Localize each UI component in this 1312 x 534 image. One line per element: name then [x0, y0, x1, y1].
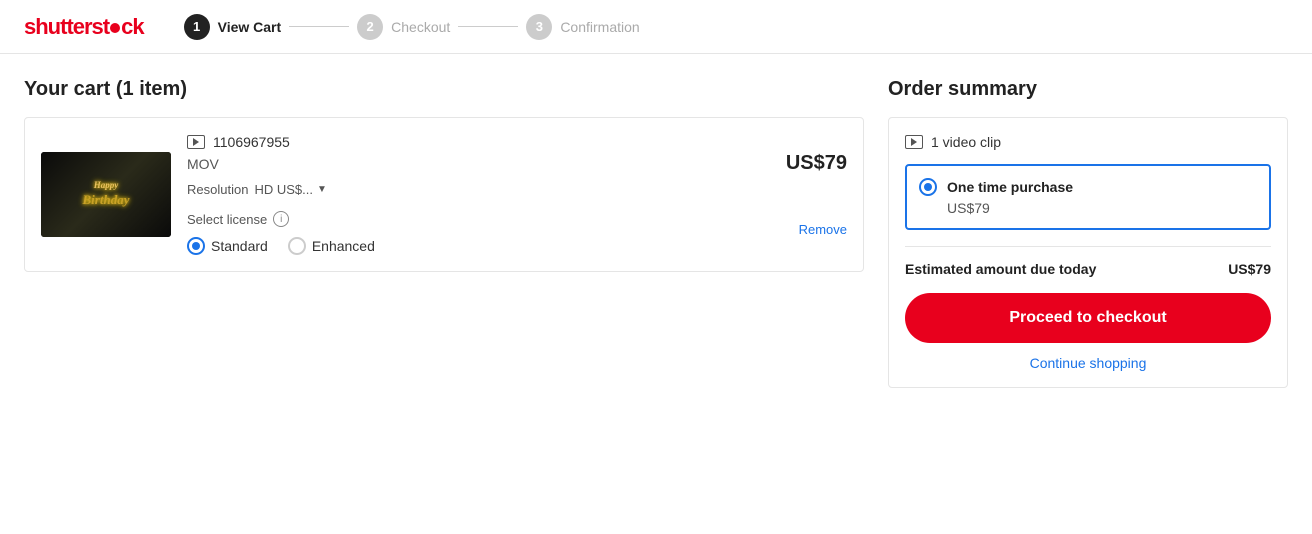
- item-price-area: US$79 Remove: [786, 152, 847, 237]
- license-enhanced-option[interactable]: Enhanced: [288, 237, 375, 255]
- continue-shopping-link[interactable]: Continue shopping: [905, 355, 1271, 371]
- step-2-circle: 2: [357, 14, 383, 40]
- estimated-amount-value: US$79: [1228, 261, 1271, 277]
- one-time-purchase-radio[interactable]: [919, 178, 937, 196]
- step-checkout: 2 Checkout: [357, 14, 450, 40]
- remove-button[interactable]: Remove: [799, 222, 847, 237]
- step-connector-2: [458, 26, 518, 27]
- info-icon[interactable]: i: [273, 211, 289, 227]
- enhanced-radio[interactable]: [288, 237, 306, 255]
- purchase-option-price: US$79: [947, 200, 1257, 216]
- dropdown-arrow-icon: ▼: [317, 184, 327, 195]
- order-summary-title: Order summary: [888, 78, 1288, 101]
- video-icon: [187, 135, 205, 149]
- video-clip-row: 1 video clip: [905, 134, 1271, 150]
- shutterstock-logo[interactable]: shutterstck: [24, 14, 144, 40]
- step-confirmation: 3 Confirmation: [526, 14, 639, 40]
- step-2-label: Checkout: [391, 19, 450, 35]
- order-summary-card: 1 video clip One time purchase US$79 Est…: [888, 117, 1288, 388]
- resolution-row: Resolution HD US$... ▼: [187, 182, 770, 197]
- thumbnail-inner: Happy Birthday: [41, 152, 171, 237]
- purchase-option-header: One time purchase: [919, 178, 1257, 196]
- standard-radio[interactable]: [187, 237, 205, 255]
- standard-label: Standard: [211, 238, 268, 254]
- license-standard-option[interactable]: Standard: [187, 237, 268, 255]
- license-options: Standard Enhanced: [187, 237, 770, 255]
- header: shutterstck 1 View Cart 2 Checkout 3 Con…: [0, 0, 1312, 54]
- step-3-label: Confirmation: [560, 19, 639, 35]
- step-1-label: View Cart: [218, 19, 282, 35]
- thumbnail-text: Happy Birthday: [83, 180, 130, 209]
- cart-item-card: Happy Birthday 1106967955 MOV Resolution…: [24, 117, 864, 272]
- step-1-circle: 1: [184, 14, 210, 40]
- estimated-amount-row: Estimated amount due today US$79: [905, 261, 1271, 277]
- item-format: MOV: [187, 156, 770, 172]
- breadcrumb-steps: 1 View Cart 2 Checkout 3 Confirmation: [184, 14, 640, 40]
- checkout-button[interactable]: Proceed to checkout: [905, 293, 1271, 343]
- purchase-option-box[interactable]: One time purchase US$79: [905, 164, 1271, 230]
- resolution-value: HD US$...: [254, 182, 313, 197]
- item-price: US$79: [786, 152, 847, 175]
- step-3-circle: 3: [526, 14, 552, 40]
- resolution-dropdown[interactable]: HD US$... ▼: [254, 182, 326, 197]
- cart-section: Your cart (1 item) Happy Birthday 110696…: [24, 78, 864, 388]
- step-view-cart: 1 View Cart: [184, 14, 282, 40]
- step-connector-1: [289, 26, 349, 27]
- item-id-row: 1106967955: [187, 134, 770, 150]
- license-row: Select license i: [187, 211, 770, 227]
- item-thumbnail: Happy Birthday: [41, 152, 171, 237]
- summary-video-icon: [905, 135, 923, 149]
- item-details: 1106967955 MOV Resolution HD US$... ▼ Se…: [187, 134, 770, 255]
- summary-divider: [905, 246, 1271, 247]
- item-id: 1106967955: [213, 134, 290, 150]
- enhanced-label: Enhanced: [312, 238, 375, 254]
- resolution-label: Resolution: [187, 182, 248, 197]
- license-label: Select license: [187, 212, 267, 227]
- order-summary-section: Order summary 1 video clip One time purc…: [888, 78, 1288, 388]
- video-count-label: 1 video clip: [931, 134, 1001, 150]
- main-content: Your cart (1 item) Happy Birthday 110696…: [0, 54, 1312, 412]
- estimated-label: Estimated amount due today: [905, 261, 1096, 277]
- purchase-option-name: One time purchase: [947, 179, 1073, 195]
- cart-title: Your cart (1 item): [24, 78, 864, 101]
